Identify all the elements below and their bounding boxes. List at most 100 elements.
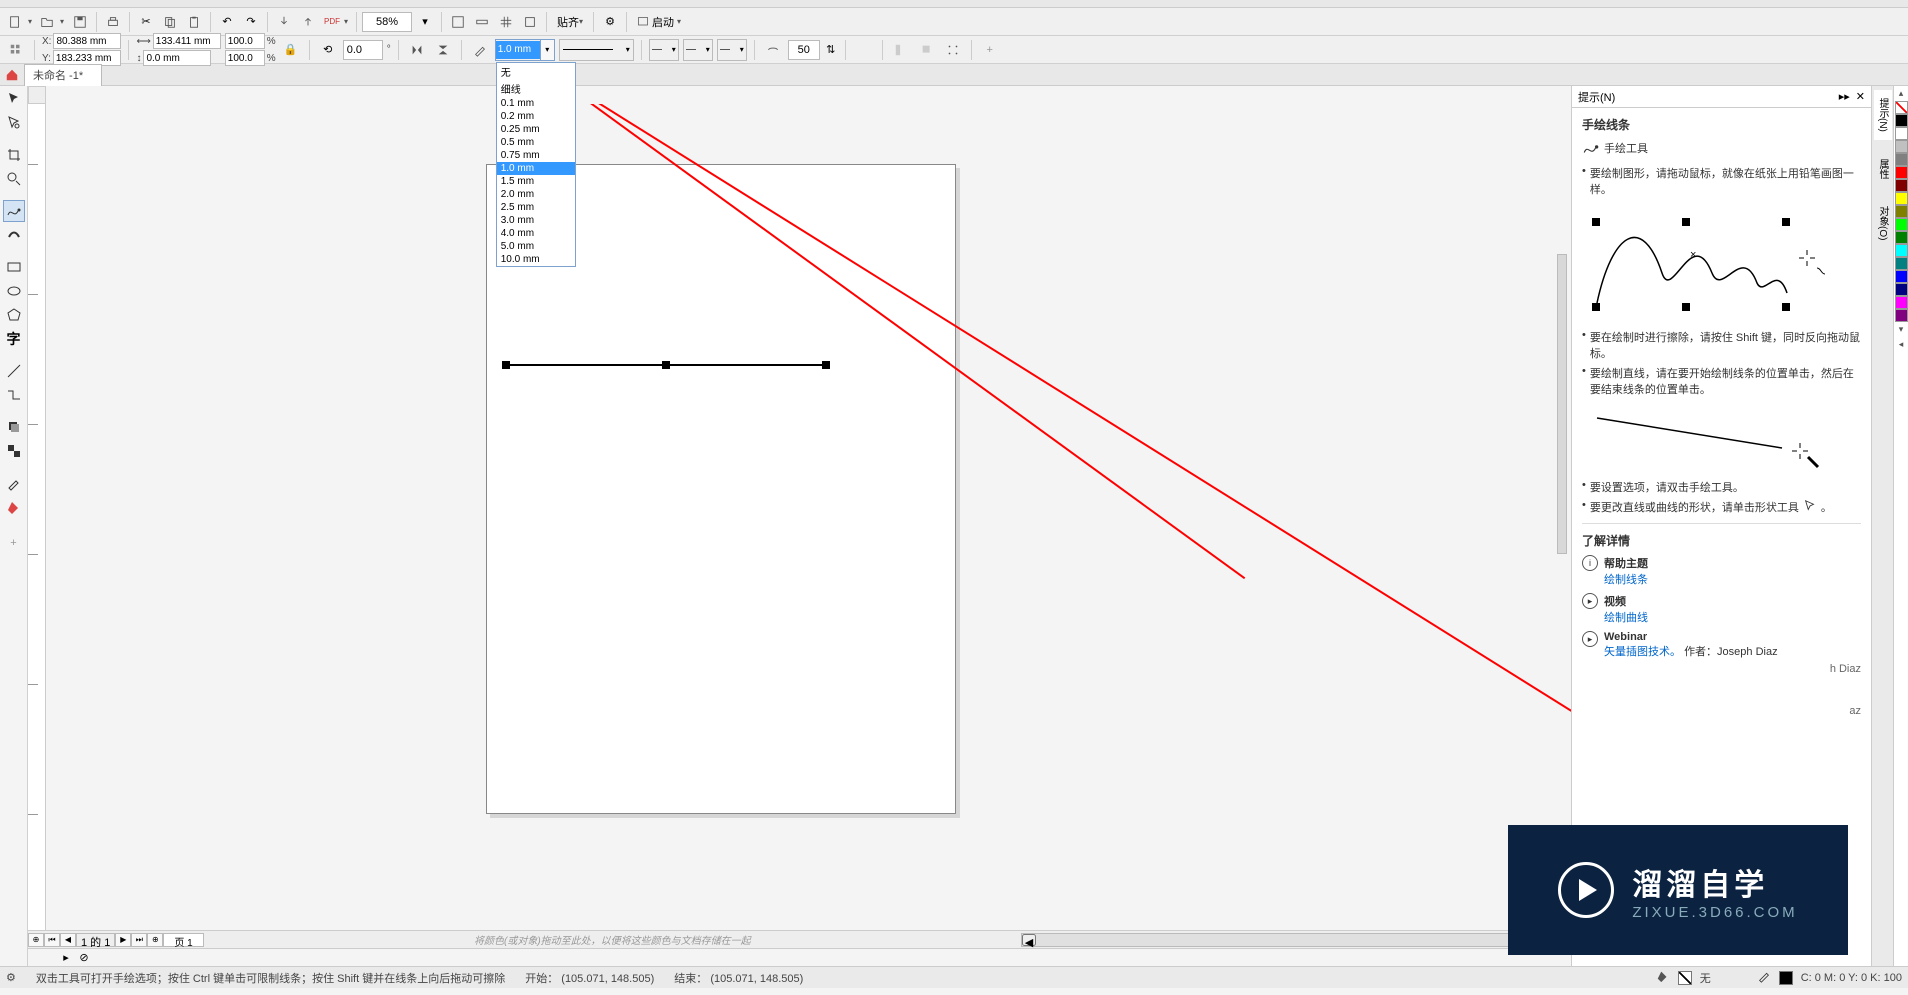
color-swatch[interactable]: [1895, 140, 1908, 153]
color-swatch[interactable]: [1895, 244, 1908, 257]
gear-icon[interactable]: ⚙: [6, 971, 16, 984]
palette-menu[interactable]: ▸: [58, 951, 74, 965]
line-style-combo[interactable]: [559, 39, 634, 61]
outline-width-combo[interactable]: 无细线0.1 mm0.2 mm0.25 mm0.5 mm0.75 mm1.0 m…: [495, 39, 555, 61]
shape-tool[interactable]: [3, 112, 25, 134]
color-swatch[interactable]: [1895, 153, 1908, 166]
drop-shadow-tool[interactable]: [3, 416, 25, 438]
learn-video-link[interactable]: 绘制曲线: [1604, 609, 1648, 625]
width-option[interactable]: 10.0 mm: [497, 253, 575, 266]
zoom-tool[interactable]: [3, 168, 25, 190]
color-swatch[interactable]: [1895, 127, 1908, 140]
width-option[interactable]: 0.5 mm: [497, 136, 575, 149]
copy-button[interactable]: [159, 11, 181, 33]
smoothing-spinner[interactable]: ⇅: [824, 39, 838, 61]
width-option[interactable]: 5.0 mm: [497, 240, 575, 253]
width-option[interactable]: 0.2 mm: [497, 110, 575, 123]
transparency-tool[interactable]: [3, 440, 25, 462]
import-button[interactable]: [273, 11, 295, 33]
open-button[interactable]: [37, 11, 67, 33]
pick-tool[interactable]: [3, 88, 25, 110]
handle-start[interactable]: [502, 361, 510, 369]
publish-pdf-button[interactable]: PDF: [321, 11, 351, 33]
text-tool[interactable]: 字: [3, 328, 25, 350]
nav-addpage-right[interactable]: ⊕: [147, 933, 163, 947]
paste-button[interactable]: [183, 11, 205, 33]
zoom-input[interactable]: [362, 12, 412, 32]
artistic-media-tool[interactable]: [3, 224, 25, 246]
width-option[interactable]: 3.0 mm: [497, 214, 575, 227]
bounding-box-button[interactable]: [853, 39, 875, 61]
mid-arrow-combo[interactable]: [683, 39, 713, 61]
hscroll-track[interactable]: [1036, 934, 1556, 946]
end-arrow-combo[interactable]: [717, 39, 747, 61]
rectangle-tool[interactable]: [3, 256, 25, 278]
learn-webinar-link[interactable]: 矢量插图技术。: [1604, 646, 1681, 658]
options-button[interactable]: ⚙: [599, 11, 621, 33]
nav-last[interactable]: ⏭: [131, 933, 147, 947]
palette-scroll-up[interactable]: ▴: [1894, 86, 1908, 101]
fill-swatch[interactable]: [1678, 971, 1692, 985]
menu-bar[interactable]: [0, 0, 1908, 8]
smoothing-input[interactable]: [788, 40, 820, 60]
handle-mid[interactable]: [662, 361, 670, 369]
add-tool-button[interactable]: +: [3, 532, 25, 554]
color-swatch[interactable]: [1895, 296, 1908, 309]
ruler-vertical[interactable]: [28, 104, 46, 930]
scaley-input[interactable]: [225, 50, 265, 66]
color-swatch[interactable]: [1895, 309, 1908, 322]
convert-button[interactable]: [942, 39, 964, 61]
width-option[interactable]: 0.1 mm: [497, 97, 575, 110]
nav-first[interactable]: ⏮: [44, 933, 60, 947]
learn-help-link[interactable]: 绘制线条: [1604, 571, 1648, 587]
color-swatch[interactable]: [1895, 166, 1908, 179]
width-option[interactable]: 4.0 mm: [497, 227, 575, 240]
hints-close-icon[interactable]: ✕: [1856, 90, 1865, 103]
hints-header[interactable]: 提示(N) ▸▸ ✕: [1572, 86, 1871, 108]
width-option[interactable]: 1.5 mm: [497, 175, 575, 188]
color-swatch[interactable]: [1895, 179, 1908, 192]
width-option[interactable]: 2.0 mm: [497, 188, 575, 201]
fill-tool[interactable]: [3, 496, 25, 518]
handle-end[interactable]: [822, 361, 830, 369]
launch-button[interactable]: 启动: [632, 11, 686, 33]
x-input[interactable]: [53, 33, 121, 49]
zoom-dropdown[interactable]: ▾: [414, 11, 436, 33]
dock-tab[interactable]: 提示(N): [1874, 90, 1892, 140]
hscroll-left[interactable]: ◀: [1022, 934, 1036, 946]
outline-width-input[interactable]: [496, 41, 540, 59]
color-swatch[interactable]: [1895, 270, 1908, 283]
save-button[interactable]: [69, 11, 91, 33]
rulers-button[interactable]: [471, 11, 493, 33]
cut-button[interactable]: ✂: [135, 11, 157, 33]
wrap-text-button[interactable]: [890, 39, 912, 61]
dock-tab[interactable]: 属性: [1874, 144, 1892, 194]
polygon-tool[interactable]: [3, 304, 25, 326]
start-arrow-combo[interactable]: [649, 39, 679, 61]
height-input[interactable]: [143, 50, 211, 66]
fullscreen-button[interactable]: [447, 11, 469, 33]
color-swatch[interactable]: [1895, 257, 1908, 270]
mirror-h-button[interactable]: [406, 39, 428, 61]
nav-addpage-left[interactable]: ⊕: [28, 933, 44, 947]
new-button[interactable]: [5, 11, 35, 33]
palette-flyout[interactable]: ◂: [1894, 337, 1908, 352]
color-swatch[interactable]: [1895, 114, 1908, 127]
mirror-v-button[interactable]: [432, 39, 454, 61]
swatch-none[interactable]: [1895, 101, 1908, 114]
undo-button[interactable]: ↶: [216, 11, 238, 33]
eyedropper-tool[interactable]: [3, 472, 25, 494]
outline-width-dropdown[interactable]: 无细线0.1 mm0.2 mm0.25 mm0.5 mm0.75 mm1.0 m…: [496, 62, 576, 267]
color-swatch[interactable]: [1895, 192, 1908, 205]
guides-button[interactable]: [519, 11, 541, 33]
width-option[interactable]: 0.25 mm: [497, 123, 575, 136]
outline-icon[interactable]: [1757, 969, 1771, 986]
add-toolbar-button[interactable]: +: [979, 39, 1001, 61]
ellipse-tool[interactable]: [3, 280, 25, 302]
scalex-input[interactable]: [225, 33, 265, 49]
ruler-corner[interactable]: [28, 86, 46, 104]
vscroll-thumb[interactable]: [1557, 254, 1567, 554]
palette-noneswatch[interactable]: ⊘: [76, 951, 92, 965]
presets-button[interactable]: [5, 39, 27, 61]
outline-swatch[interactable]: [1779, 971, 1793, 985]
